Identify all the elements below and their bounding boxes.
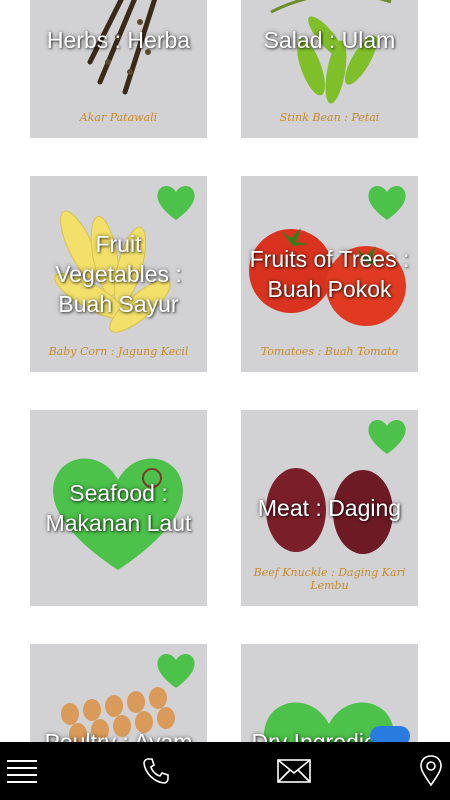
menu-button[interactable]	[0, 742, 44, 800]
category-tile-fruits-of-trees[interactable]: Fruits of Trees : Buah Pokok Tomatoes : …	[241, 176, 418, 372]
category-tile-poultry[interactable]: Poultry : Ayam	[30, 644, 207, 742]
category-tile-herbs[interactable]: Herbs : Herba Akar Patawali	[30, 0, 207, 138]
brand-heart-icon	[157, 654, 195, 688]
category-caption: Baby Corn : Jagung Kecil	[48, 345, 189, 358]
menu-icon	[7, 760, 37, 783]
category-tile-seafood[interactable]: Seafood : Makanan Laut	[30, 410, 207, 606]
chat-bubble-icon[interactable]	[368, 722, 412, 742]
mail-icon	[277, 759, 311, 783]
category-caption: Akar Patawali	[79, 111, 158, 124]
category-title: Salad : Ulam	[263, 27, 396, 53]
category-tile-meat[interactable]: Meat : Daging Beef Knuckle : Daging Kari…	[241, 410, 418, 606]
phone-icon	[143, 758, 169, 784]
category-grid: Herbs : Herba Akar Patawali Salad : Ulam…	[0, 0, 450, 742]
category-caption: Stink Bean : Petai	[279, 111, 380, 124]
category-title: Seafood : Makanan Laut	[45, 480, 192, 536]
brand-heart-icon	[157, 186, 195, 220]
category-title: Poultry : Ayam	[44, 729, 193, 742]
category-caption: Tomatoes : Buah Tomato	[260, 345, 399, 358]
brand-heart-icon	[368, 420, 406, 454]
category-caption: Beef Knuckle : Daging Kari Lembu	[253, 566, 406, 592]
bottom-navigation-bar	[0, 742, 450, 800]
category-title: Fruits of Trees : Buah Pokok	[249, 246, 410, 302]
brand-heart-icon	[368, 186, 406, 220]
category-title: Herbs : Herba	[46, 27, 191, 53]
category-title: Meat : Daging	[257, 495, 402, 521]
location-button[interactable]	[414, 742, 448, 800]
email-button[interactable]	[274, 742, 314, 800]
category-title: Fruit Vegetables : Buah Sayur	[55, 231, 182, 317]
location-pin-icon	[420, 755, 442, 787]
category-tile-salad[interactable]: Salad : Ulam Stink Bean : Petai	[241, 0, 418, 138]
call-button[interactable]	[136, 742, 176, 800]
category-tile-fruit-vegetables[interactable]: Fruit Vegetables : Buah Sayur Baby Corn …	[30, 176, 207, 372]
